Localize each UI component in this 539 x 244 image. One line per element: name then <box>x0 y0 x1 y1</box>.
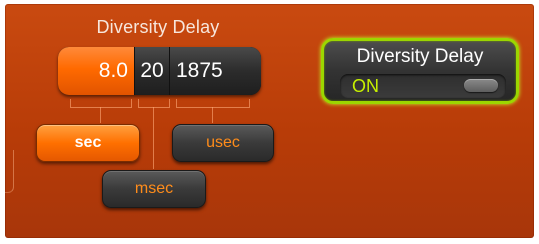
msec-unit-button[interactable]: msec <box>102 170 206 208</box>
msec-bracket <box>138 99 170 108</box>
usec-unit-button[interactable]: usec <box>172 124 274 162</box>
screen: Diversity Delay 8.0 20 1875 sec usec mse… <box>0 0 539 244</box>
toggle-title: Diversity Delay <box>356 46 484 67</box>
sec-unit-button[interactable]: sec <box>36 124 140 162</box>
msec-value-field[interactable]: 20 <box>134 47 169 95</box>
sec-value-field[interactable]: 8.0 <box>58 47 134 95</box>
sec-connector <box>100 107 101 123</box>
diversity-delay-toggle[interactable]: Diversity Delay ON <box>321 38 519 104</box>
toggle-state-label: ON <box>352 76 379 96</box>
usec-connector <box>212 107 213 123</box>
panel-edge-divider <box>5 150 14 193</box>
sec-bracket <box>70 99 132 108</box>
msec-connector <box>153 107 154 169</box>
toggle-state-track[interactable]: ON <box>340 74 506 98</box>
usec-bracket <box>176 99 250 108</box>
delay-readout: 8.0 20 1875 <box>58 47 261 95</box>
diversity-delay-title: Diversity Delay <box>96 17 220 37</box>
toggle-knob-icon[interactable] <box>464 79 498 92</box>
usec-value-field[interactable]: 1875 <box>169 47 261 95</box>
